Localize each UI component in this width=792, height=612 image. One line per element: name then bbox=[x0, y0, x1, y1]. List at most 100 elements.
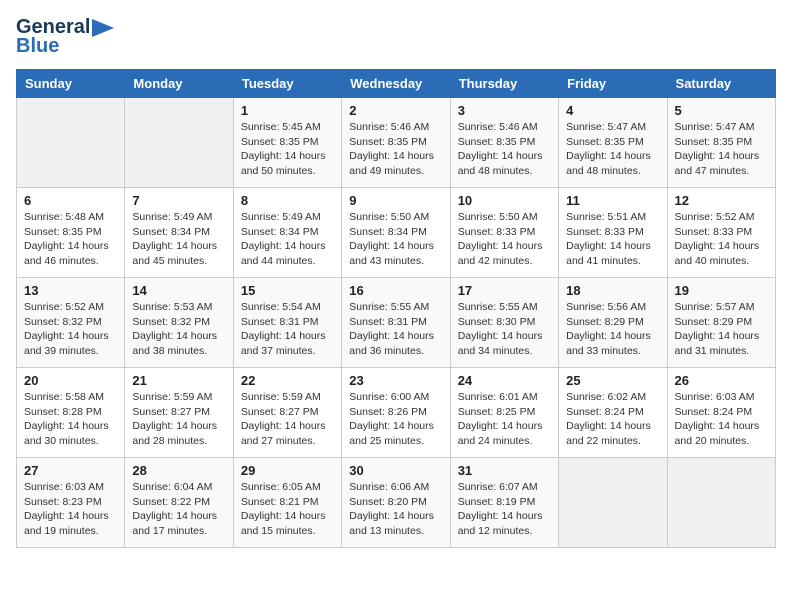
calendar-cell: 17Sunrise: 5:55 AM Sunset: 8:30 PM Dayli… bbox=[450, 278, 558, 368]
day-number: 4 bbox=[566, 103, 659, 118]
day-number: 26 bbox=[675, 373, 768, 388]
day-number: 30 bbox=[349, 463, 442, 478]
day-info: Sunrise: 5:58 AM Sunset: 8:28 PM Dayligh… bbox=[24, 390, 117, 449]
day-info: Sunrise: 5:49 AM Sunset: 8:34 PM Dayligh… bbox=[241, 210, 334, 269]
day-info: Sunrise: 5:55 AM Sunset: 8:31 PM Dayligh… bbox=[349, 300, 442, 359]
day-number: 1 bbox=[241, 103, 334, 118]
calendar-cell: 7 Sunrise: 5:49 AM Sunset: 8:34 PM Daylig… bbox=[125, 188, 233, 278]
day-info: Sunrise: 5:49 AM Sunset: 8:34 PM Dayligh… bbox=[132, 210, 225, 269]
weekday-header-friday: Friday bbox=[559, 70, 667, 98]
day-number: 16 bbox=[349, 283, 442, 298]
day-number: 29 bbox=[241, 463, 334, 478]
day-number: 9 bbox=[349, 193, 442, 208]
calendar-week-3: 13Sunrise: 5:52 AM Sunset: 8:32 PM Dayli… bbox=[17, 278, 776, 368]
calendar-cell: 31Sunrise: 6:07 AM Sunset: 8:19 PM Dayli… bbox=[450, 458, 558, 548]
weekday-header-tuesday: Tuesday bbox=[233, 70, 341, 98]
calendar-cell: 2 Sunrise: 5:46 AM Sunset: 8:35 PM Daylig… bbox=[342, 98, 450, 188]
calendar-cell: 30 Sunrise: 6:06 AM Sunset: 8:20 PM Dayli… bbox=[342, 458, 450, 548]
day-number: 19 bbox=[675, 283, 768, 298]
day-number: 5 bbox=[675, 103, 768, 118]
logo: General Blue bbox=[16, 16, 114, 57]
calendar-cell: 23 Sunrise: 6:00 AM Sunset: 8:26 PM Dayli… bbox=[342, 368, 450, 458]
day-info: Sunrise: 6:00 AM Sunset: 8:26 PM Dayligh… bbox=[349, 390, 442, 449]
day-number: 8 bbox=[241, 193, 334, 208]
calendar-cell: 25Sunrise: 6:02 AM Sunset: 8:24 PM Dayli… bbox=[559, 368, 667, 458]
calendar-cell: 14 Sunrise: 5:53 AM Sunset: 8:32 PM Dayli… bbox=[125, 278, 233, 368]
calendar-cell: 28Sunrise: 6:04 AM Sunset: 8:22 PM Dayli… bbox=[125, 458, 233, 548]
day-number: 25 bbox=[566, 373, 659, 388]
day-number: 15 bbox=[241, 283, 334, 298]
calendar-table: SundayMondayTuesdayWednesdayThursdayFrid… bbox=[16, 69, 776, 548]
calendar-header-row: SundayMondayTuesdayWednesdayThursdayFrid… bbox=[17, 70, 776, 98]
calendar-cell: 29 Sunrise: 6:05 AM Sunset: 8:21 PM Dayli… bbox=[233, 458, 341, 548]
calendar-cell: 22 Sunrise: 5:59 AM Sunset: 8:27 PM Dayli… bbox=[233, 368, 341, 458]
calendar-cell: 8 Sunrise: 5:49 AM Sunset: 8:34 PM Daylig… bbox=[233, 188, 341, 278]
day-info: Sunrise: 5:45 AM Sunset: 8:35 PM Dayligh… bbox=[241, 120, 334, 179]
day-number: 3 bbox=[458, 103, 551, 118]
day-info: Sunrise: 6:04 AM Sunset: 8:22 PM Dayligh… bbox=[132, 480, 225, 539]
calendar-cell: 5 Sunrise: 5:47 AM Sunset: 8:35 PM Daylig… bbox=[667, 98, 775, 188]
day-info: Sunrise: 5:54 AM Sunset: 8:31 PM Dayligh… bbox=[241, 300, 334, 359]
day-info: Sunrise: 5:59 AM Sunset: 8:27 PM Dayligh… bbox=[241, 390, 334, 449]
calendar-cell: 26 Sunrise: 6:03 AM Sunset: 8:24 PM Dayli… bbox=[667, 368, 775, 458]
day-number: 23 bbox=[349, 373, 442, 388]
day-info: Sunrise: 5:56 AM Sunset: 8:29 PM Dayligh… bbox=[566, 300, 659, 359]
calendar-week-2: 6Sunrise: 5:48 AM Sunset: 8:35 PM Daylig… bbox=[17, 188, 776, 278]
day-info: Sunrise: 6:07 AM Sunset: 8:19 PM Dayligh… bbox=[458, 480, 551, 539]
calendar-cell: 19 Sunrise: 5:57 AM Sunset: 8:29 PM Dayli… bbox=[667, 278, 775, 368]
calendar-cell: 20 Sunrise: 5:58 AM Sunset: 8:28 PM Dayli… bbox=[17, 368, 125, 458]
calendar-cell bbox=[17, 98, 125, 188]
day-number: 13 bbox=[24, 283, 117, 298]
logo-blue: Blue bbox=[16, 35, 59, 57]
day-info: Sunrise: 5:46 AM Sunset: 8:35 PM Dayligh… bbox=[349, 120, 442, 179]
day-info: Sunrise: 6:03 AM Sunset: 8:23 PM Dayligh… bbox=[24, 480, 117, 539]
day-info: Sunrise: 5:53 AM Sunset: 8:32 PM Dayligh… bbox=[132, 300, 225, 359]
day-info: Sunrise: 5:50 AM Sunset: 8:33 PM Dayligh… bbox=[458, 210, 551, 269]
calendar-cell: 10 Sunrise: 5:50 AM Sunset: 8:33 PM Dayli… bbox=[450, 188, 558, 278]
day-info: Sunrise: 5:46 AM Sunset: 8:35 PM Dayligh… bbox=[458, 120, 551, 179]
page-header: General Blue bbox=[16, 16, 776, 57]
weekday-header-thursday: Thursday bbox=[450, 70, 558, 98]
day-info: Sunrise: 5:47 AM Sunset: 8:35 PM Dayligh… bbox=[675, 120, 768, 179]
calendar-cell: 4 Sunrise: 5:47 AM Sunset: 8:35 PM Daylig… bbox=[559, 98, 667, 188]
calendar-cell: 24 Sunrise: 6:01 AM Sunset: 8:25 PM Dayli… bbox=[450, 368, 558, 458]
calendar-cell: 16 Sunrise: 5:55 AM Sunset: 8:31 PM Dayli… bbox=[342, 278, 450, 368]
calendar-cell: 12Sunrise: 5:52 AM Sunset: 8:33 PM Dayli… bbox=[667, 188, 775, 278]
calendar-cell bbox=[667, 458, 775, 548]
day-info: Sunrise: 6:03 AM Sunset: 8:24 PM Dayligh… bbox=[675, 390, 768, 449]
day-number: 22 bbox=[241, 373, 334, 388]
calendar-week-1: 1 Sunrise: 5:45 AM Sunset: 8:35 PM Daylig… bbox=[17, 98, 776, 188]
day-info: Sunrise: 5:51 AM Sunset: 8:33 PM Dayligh… bbox=[566, 210, 659, 269]
day-number: 27 bbox=[24, 463, 117, 478]
calendar-cell bbox=[559, 458, 667, 548]
day-info: Sunrise: 6:06 AM Sunset: 8:20 PM Dayligh… bbox=[349, 480, 442, 539]
day-info: Sunrise: 5:52 AM Sunset: 8:33 PM Dayligh… bbox=[675, 210, 768, 269]
day-number: 10 bbox=[458, 193, 551, 208]
weekday-header-wednesday: Wednesday bbox=[342, 70, 450, 98]
day-number: 2 bbox=[349, 103, 442, 118]
calendar-body: 1 Sunrise: 5:45 AM Sunset: 8:35 PM Daylig… bbox=[17, 98, 776, 548]
day-info: Sunrise: 6:01 AM Sunset: 8:25 PM Dayligh… bbox=[458, 390, 551, 449]
calendar-week-4: 20 Sunrise: 5:58 AM Sunset: 8:28 PM Dayli… bbox=[17, 368, 776, 458]
calendar-cell: 11 Sunrise: 5:51 AM Sunset: 8:33 PM Dayli… bbox=[559, 188, 667, 278]
calendar-week-5: 27 Sunrise: 6:03 AM Sunset: 8:23 PM Dayli… bbox=[17, 458, 776, 548]
day-info: Sunrise: 6:05 AM Sunset: 8:21 PM Dayligh… bbox=[241, 480, 334, 539]
day-number: 11 bbox=[566, 193, 659, 208]
calendar-cell: 18Sunrise: 5:56 AM Sunset: 8:29 PM Dayli… bbox=[559, 278, 667, 368]
day-number: 17 bbox=[458, 283, 551, 298]
calendar-cell: 21Sunrise: 5:59 AM Sunset: 8:27 PM Dayli… bbox=[125, 368, 233, 458]
calendar-cell: 27 Sunrise: 6:03 AM Sunset: 8:23 PM Dayli… bbox=[17, 458, 125, 548]
day-info: Sunrise: 5:57 AM Sunset: 8:29 PM Dayligh… bbox=[675, 300, 768, 359]
day-info: Sunrise: 5:47 AM Sunset: 8:35 PM Dayligh… bbox=[566, 120, 659, 179]
logo-arrow-icon bbox=[92, 19, 114, 37]
weekday-header-sunday: Sunday bbox=[17, 70, 125, 98]
day-number: 6 bbox=[24, 193, 117, 208]
day-number: 24 bbox=[458, 373, 551, 388]
day-number: 7 bbox=[132, 193, 225, 208]
calendar-cell: 6Sunrise: 5:48 AM Sunset: 8:35 PM Daylig… bbox=[17, 188, 125, 278]
day-number: 21 bbox=[132, 373, 225, 388]
day-number: 20 bbox=[24, 373, 117, 388]
calendar-cell: 1 Sunrise: 5:45 AM Sunset: 8:35 PM Daylig… bbox=[233, 98, 341, 188]
calendar-cell: 15 Sunrise: 5:54 AM Sunset: 8:31 PM Dayli… bbox=[233, 278, 341, 368]
day-number: 14 bbox=[132, 283, 225, 298]
